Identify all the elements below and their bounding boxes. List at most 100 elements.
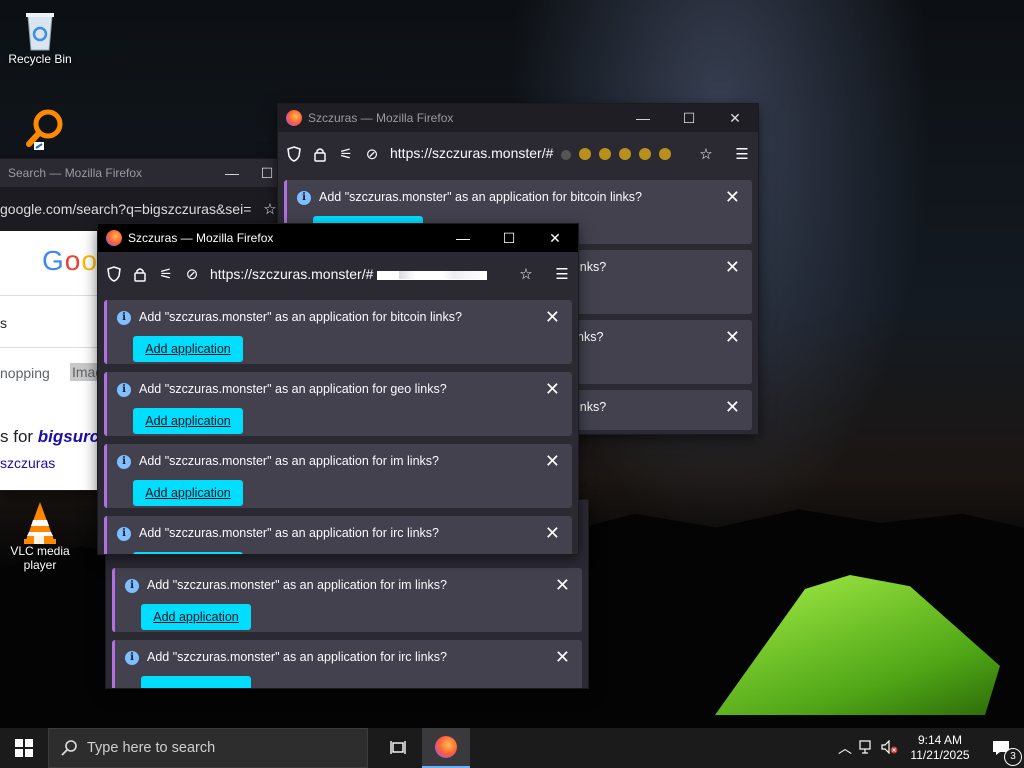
window-titlebar[interactable]: Szczuras — Mozilla Firefox — ☐ ✕ (98, 224, 578, 252)
action-center-button[interactable]: 3 (978, 728, 1024, 768)
minimize-button[interactable]: — (620, 104, 666, 132)
results-query[interactable]: bigsurc (38, 427, 99, 446)
minimize-button[interactable]: — (440, 224, 486, 252)
notification-text: inks? (577, 400, 607, 414)
search-placeholder: Type here to search (87, 740, 216, 756)
url-garbage-glyphs (557, 147, 671, 163)
window-title: Search — Mozilla Firefox (8, 166, 143, 180)
permissions-icon[interactable]: ⚟ (158, 266, 174, 283)
notification-bar: i Add "szczuras.monster" as an applicati… (104, 300, 572, 364)
notification-text: Add "szczuras.monster" as an application… (139, 310, 462, 324)
close-icon[interactable]: ✕ (545, 451, 560, 472)
desktop-icon-recycle-bin[interactable]: Recycle Bin (0, 8, 80, 66)
volume-muted-icon[interactable] (878, 739, 902, 757)
google-logo[interactable]: Goo (42, 245, 98, 277)
bookmark-star-icon[interactable]: ☆ (698, 146, 714, 163)
taskbar-search-box[interactable]: Type here to search (48, 728, 368, 768)
window-title: Szczuras — Mozilla Firefox (308, 111, 454, 125)
add-application-button[interactable] (141, 676, 251, 688)
info-icon: i (117, 455, 131, 469)
desktop-icon-label: Recycle Bin (8, 52, 72, 66)
did-you-mean-link[interactable]: szczuras (0, 455, 55, 471)
bookmark-star-icon[interactable]: ☆ (262, 201, 278, 218)
chevron-up-icon[interactable]: ︿ (834, 738, 856, 758)
clock-time: 9:14 AM (917, 733, 963, 747)
vlc-icon (20, 500, 60, 544)
notification-bar: i Add "szczuras.monster" as an applicati… (112, 640, 582, 688)
bookmark-star-icon[interactable]: ☆ (518, 266, 534, 283)
lock-icon[interactable] (132, 266, 148, 282)
notification-text: Add "szczuras.monster" as an application… (147, 578, 447, 592)
add-application-button[interactable]: Add application (133, 336, 243, 362)
close-icon[interactable]: ✕ (725, 327, 740, 348)
info-icon: i (297, 191, 311, 205)
add-application-button[interactable] (133, 552, 243, 554)
notification-text: nks? (577, 330, 604, 344)
search-tab-fragment[interactable]: s (0, 315, 7, 331)
add-application-button[interactable]: Add application (133, 408, 243, 434)
desktop-icon-search-app[interactable] (0, 106, 80, 150)
add-application-button[interactable]: Add application (141, 604, 251, 630)
window-title: Szczuras — Mozilla Firefox (128, 231, 274, 245)
desktop-icon-label: VLC media player (10, 544, 70, 572)
notification-text: Add "szczuras.monster" as an application… (319, 190, 642, 204)
close-icon[interactable]: ✕ (555, 647, 570, 668)
notification-bar: i Add "szczuras.monster" as an applicati… (104, 372, 572, 436)
desktop-icon-vlc[interactable]: VLC media player (0, 500, 80, 572)
hamburger-menu-icon[interactable]: ☰ (734, 146, 750, 163)
notification-text: Add "szczuras.monster" as an application… (147, 650, 447, 664)
window-titlebar[interactable]: Search — Mozilla Firefox — ☐ (0, 159, 282, 187)
clock[interactable]: 9:14 AM 11/21/2025 (902, 733, 978, 763)
results-heading: s for bigsurc (0, 427, 99, 447)
notification-text: Add "szczuras.monster" as an application… (139, 382, 447, 396)
navigation-toolbar: ⚟ ⊘ https://szczuras.monster/# ☆ ☰ (98, 252, 578, 296)
url-text: https://szczuras.monster/# (390, 145, 554, 162)
blocked-autoplay-icon[interactable]: ⊘ (184, 266, 200, 283)
network-icon[interactable] (856, 739, 878, 757)
close-icon[interactable]: ✕ (545, 379, 560, 400)
close-button[interactable]: ✕ (532, 224, 578, 252)
tab-shopping[interactable]: nopping (0, 365, 50, 381)
notification-bar: i Add "szczuras.monster" as an applicati… (104, 516, 572, 554)
window-titlebar[interactable]: Szczuras — Mozilla Firefox — ☐ ✕ (278, 104, 758, 132)
add-application-button[interactable]: Add application (133, 480, 243, 506)
url-bar[interactable]: https://szczuras.monster/# (210, 266, 508, 282)
close-icon[interactable]: ✕ (545, 523, 560, 544)
permissions-icon[interactable]: ⚟ (338, 146, 354, 163)
windows-logo-icon (15, 739, 33, 757)
taskbar-firefox-button[interactable] (422, 728, 470, 768)
taskbar: Type here to search ︿ 9:14 AM 11/21/2025… (0, 728, 1024, 768)
close-button[interactable]: ✕ (712, 104, 758, 132)
tracking-shield-icon[interactable] (286, 146, 302, 162)
close-icon[interactable]: ✕ (555, 575, 570, 596)
blocked-autoplay-icon[interactable]: ⊘ (364, 146, 380, 163)
close-icon[interactable]: ✕ (545, 307, 560, 328)
close-icon[interactable]: ✕ (725, 397, 740, 418)
navigation-toolbar: ⚟ ⊘ https://szczuras.monster/# ☆ ☰ (278, 132, 758, 176)
task-view-button[interactable] (374, 728, 422, 768)
info-icon: i (125, 579, 139, 593)
maximize-button[interactable]: ☐ (666, 104, 712, 132)
url-garbage-glyphs (377, 270, 488, 280)
firefox-window-szczuras-front[interactable]: Szczuras — Mozilla Firefox — ☐ ✕ ⚟ ⊘ htt… (98, 224, 578, 554)
hamburger-menu-icon[interactable]: ☰ (554, 266, 570, 283)
info-icon: i (117, 383, 131, 397)
notification-count-badge: 3 (1004, 748, 1022, 766)
notification-text: inks? (577, 260, 607, 274)
close-icon[interactable]: ✕ (725, 187, 740, 208)
clock-date: 11/21/2025 (910, 748, 970, 762)
close-icon[interactable]: ✕ (725, 257, 740, 278)
info-icon: i (117, 311, 131, 325)
recycle-bin-icon (20, 8, 60, 51)
url-bar[interactable]: google.com/search?q=bigszczuras&sei=k2 (0, 201, 252, 217)
results-for-text: s for (0, 427, 34, 446)
minimize-button[interactable]: — (212, 159, 252, 187)
maximize-button[interactable]: ☐ (486, 224, 532, 252)
url-text: https://szczuras.monster/# (210, 266, 374, 282)
url-bar[interactable]: https://szczuras.monster/# (390, 145, 688, 162)
tracking-shield-icon[interactable] (106, 266, 122, 282)
info-icon: i (125, 651, 139, 665)
lock-icon[interactable] (312, 146, 328, 162)
start-button[interactable] (0, 728, 48, 768)
notification-text: Add "szczuras.monster" as an application… (139, 454, 439, 468)
